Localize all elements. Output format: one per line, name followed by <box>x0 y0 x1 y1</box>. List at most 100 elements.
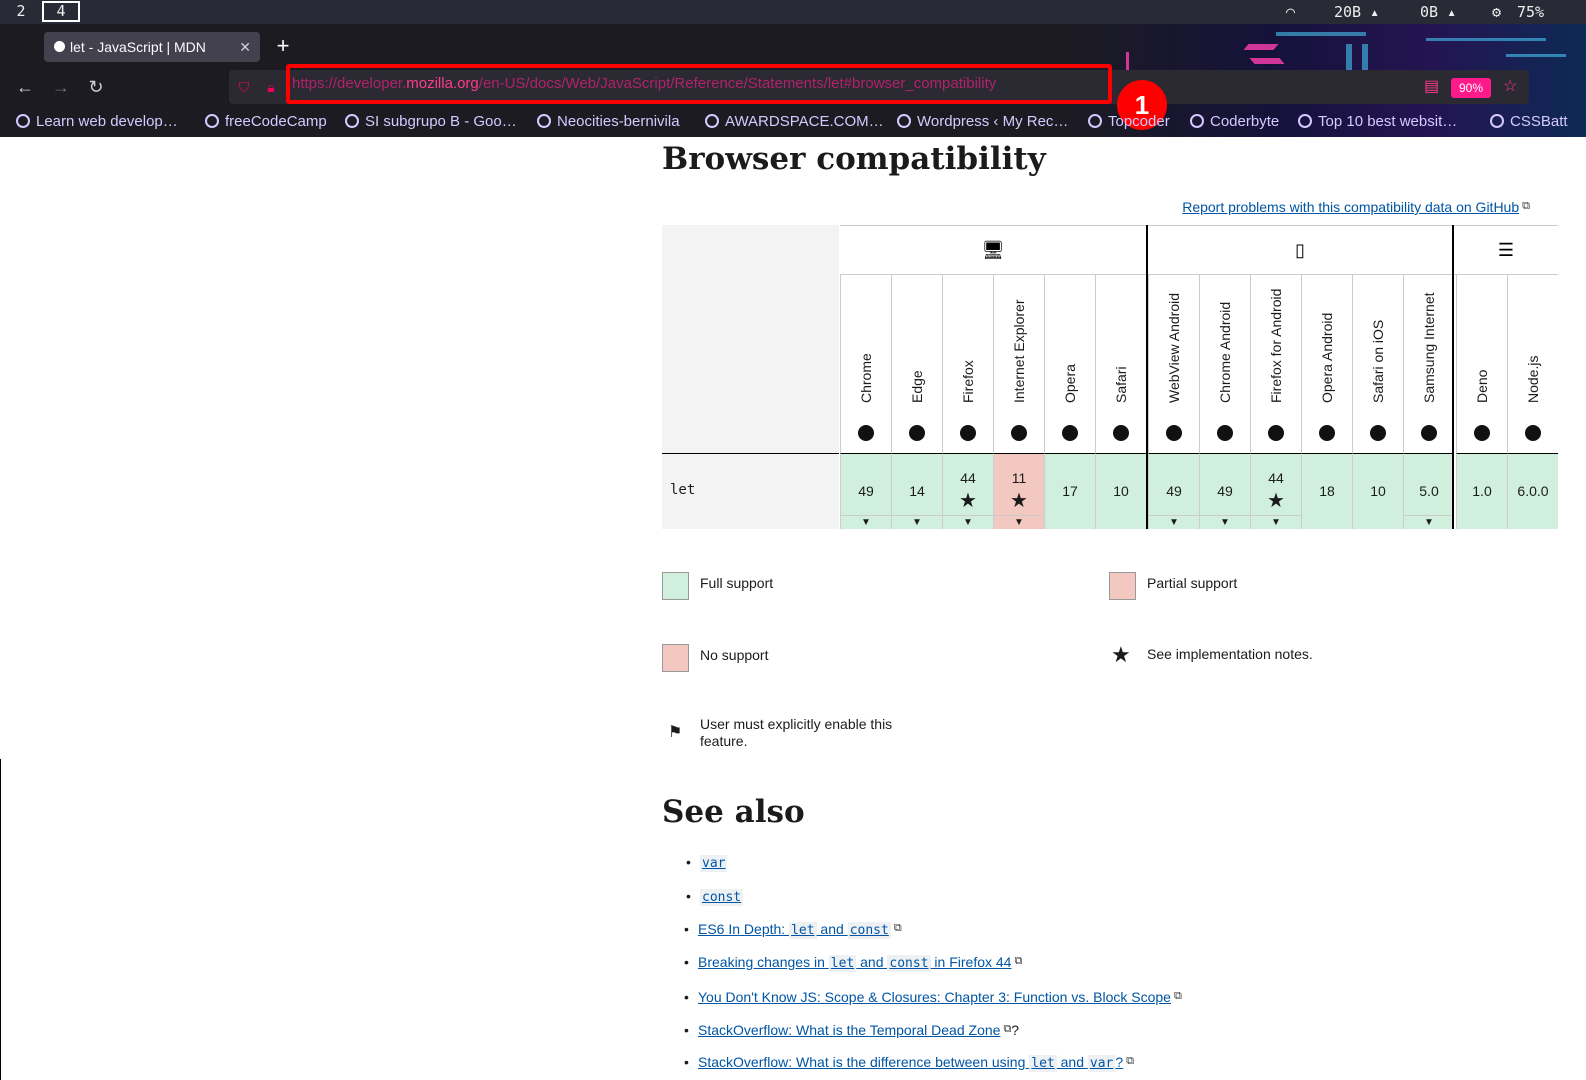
list-item: var <box>686 854 728 872</box>
mobile-server-separator <box>1452 225 1454 529</box>
support-cell[interactable]: 5.0 ▼ <box>1403 453 1454 529</box>
let-code: let <box>789 922 817 939</box>
bookmark-item[interactable]: Neocities-bernivila <box>537 113 680 130</box>
report-problems-link[interactable]: Report problems with this compatibility … <box>1182 199 1530 215</box>
support-cell[interactable]: 14 ▼ <box>891 453 942 529</box>
expand-arrow-icon[interactable]: ▼ <box>1251 515 1301 529</box>
support-cell[interactable]: 49 ▼ <box>1199 453 1250 529</box>
support-cell[interactable]: 49 ▼ <box>840 453 891 529</box>
var-link[interactable]: var <box>700 854 728 872</box>
tracking-shield-icon[interactable]: ⛉ <box>235 78 253 96</box>
browser-logo-icon <box>1525 425 1541 441</box>
expand-arrow-icon[interactable]: ▼ <box>1200 515 1250 529</box>
link-text: StackOverflow: What is the difference be… <box>698 1054 1030 1070</box>
upload-value: 0B <box>1420 3 1439 21</box>
bookmark-label: Coderbyte <box>1210 113 1280 130</box>
platform-mobile: ▯ <box>1148 225 1452 275</box>
es6-in-depth-link[interactable]: ES6 In Depth: let and const <box>698 921 891 939</box>
browser-name: Opera <box>1062 364 1078 403</box>
back-icon[interactable]: ← <box>14 76 36 98</box>
legend-flag-line2: feature. <box>700 733 748 749</box>
browser-logo-icon <box>1011 425 1027 441</box>
bookmark-item[interactable]: Coderbyte <box>1190 113 1279 130</box>
column-header: Chrome <box>840 275 891 453</box>
expand-arrow-icon[interactable]: ▼ <box>892 515 942 529</box>
bookmark-item[interactable]: Wordpress ‹ My Rec… <box>897 113 1068 130</box>
download-speed: 20B ▴ <box>1334 3 1380 21</box>
external-link-icon: ⧉ <box>1014 955 1023 967</box>
ydkjs-link[interactable]: You Don't Know JS: Scope & Closures: Cha… <box>698 989 1171 1005</box>
bookmark-item[interactable]: Learn web develop… <box>16 113 178 130</box>
bookmark-star-icon[interactable]: ☆ <box>1503 76 1517 96</box>
support-cell[interactable]: 11 ★ ▼ <box>993 453 1044 529</box>
expand-arrow-icon[interactable]: ▼ <box>994 515 1044 529</box>
wordpress-icon <box>897 114 911 128</box>
forward-icon[interactable]: → <box>50 76 72 98</box>
platform-server: ☰ <box>1454 225 1558 275</box>
support-cell: 6.0.0 <box>1507 453 1558 529</box>
star-icon: ★ <box>1111 642 1131 667</box>
expand-arrow-icon[interactable]: ▼ <box>943 515 993 529</box>
url-field[interactable]: https://developer.mozilla.org/en-US/docs… <box>286 64 1112 104</box>
bookmark-label: freeCodeCamp <box>225 113 327 130</box>
reload-icon[interactable]: ↻ <box>85 76 107 98</box>
bookmark-item[interactable]: CSSBatt <box>1490 113 1568 130</box>
support-cell[interactable]: 44 ★ ▼ <box>942 453 993 529</box>
workspace-2[interactable]: 2 <box>2 1 40 22</box>
browser-name: Samsung Internet <box>1421 292 1437 403</box>
table-corner <box>662 225 839 453</box>
bookmark-label: CSSBatt <box>1510 113 1568 130</box>
var-code: var <box>1087 1055 1116 1072</box>
version-value: 17 <box>1062 483 1078 499</box>
const-code: const <box>847 922 891 939</box>
workspace-4[interactable]: 4 <box>42 1 80 22</box>
lock-icon[interactable]: 🔒︎ <box>262 78 280 96</box>
globe-icon <box>705 114 719 128</box>
stackoverflow-let-var-link[interactable]: StackOverflow: What is the difference be… <box>698 1054 1124 1072</box>
bookmark-label: SI subgrupo B - Goo… <box>365 113 517 130</box>
const-link[interactable]: const <box>700 888 744 906</box>
reader-view-icon[interactable]: ▤ <box>1424 76 1439 96</box>
version-value: 44 <box>1268 470 1284 486</box>
stackoverflow-tdz-link[interactable]: StackOverflow: What is the Temporal Dead… <box>698 1022 1000 1038</box>
bookmark-item[interactable]: Top 10 best websit… <box>1298 113 1457 130</box>
column-header: WebView Android <box>1148 275 1199 453</box>
url-prefix: https://developer. <box>292 75 407 92</box>
download-value: 20B <box>1334 3 1362 21</box>
browser-logo-icon <box>1268 425 1284 441</box>
list-item: ES6 In Depth: let and const⧉ <box>684 921 902 939</box>
link-text: ? <box>1115 1054 1124 1070</box>
breaking-changes-link[interactable]: Breaking changes in let and const in Fir… <box>698 954 1012 972</box>
support-cell[interactable]: 49 ▼ <box>1148 453 1199 529</box>
bookmark-label: Wordpress ‹ My Rec… <box>917 113 1069 130</box>
link-text: in Firefox 44 <box>930 954 1012 970</box>
close-tab-icon[interactable]: ✕ <box>239 32 251 62</box>
browser-name: Firefox for Android <box>1268 288 1284 403</box>
version-value: 49 <box>858 483 874 499</box>
bookmark-item[interactable]: freeCodeCamp <box>205 113 327 130</box>
expand-arrow-icon[interactable]: ▼ <box>1404 515 1454 529</box>
tab-active[interactable]: let - JavaScript | MDN ✕ <box>44 32 260 62</box>
version-value: 5.0 <box>1419 483 1439 499</box>
list-item: You Don't Know JS: Scope & Closures: Cha… <box>684 989 1182 1005</box>
external-link-icon: ⧉ <box>893 922 902 934</box>
page-content: Browser compatibility Report problems wi… <box>0 137 1586 1080</box>
expand-arrow-icon[interactable]: ▼ <box>841 515 891 529</box>
browser-chrome: let - JavaScript | MDN ✕ + ← → ↻ ⛉ 🔒︎ ht… <box>0 24 1586 137</box>
support-cell[interactable]: 44 ★ ▼ <box>1250 453 1301 529</box>
browser-name: Opera Android <box>1319 312 1335 403</box>
column-header: Firefox for Android <box>1250 275 1301 453</box>
cpu-icon: ⚙ <box>1492 3 1502 21</box>
bookmark-item[interactable]: SI subgrupo B - Goo… <box>345 113 517 130</box>
browser-logo-icon <box>1370 425 1386 441</box>
zoom-level[interactable]: 90% <box>1451 78 1491 98</box>
bookmark-item[interactable]: AWARDSPACE.COM… <box>705 113 884 130</box>
divider <box>0 759 1 1080</box>
no-support-swatch <box>662 644 689 672</box>
browser-name: Chrome Android <box>1217 301 1233 403</box>
support-cell: 17 <box>1044 453 1095 529</box>
new-tab-button[interactable]: + <box>272 32 294 62</box>
flag-icon: ⚑ <box>668 724 683 741</box>
bookmark-item[interactable]: Topcoder <box>1088 113 1170 130</box>
expand-arrow-icon[interactable]: ▼ <box>1149 515 1199 529</box>
